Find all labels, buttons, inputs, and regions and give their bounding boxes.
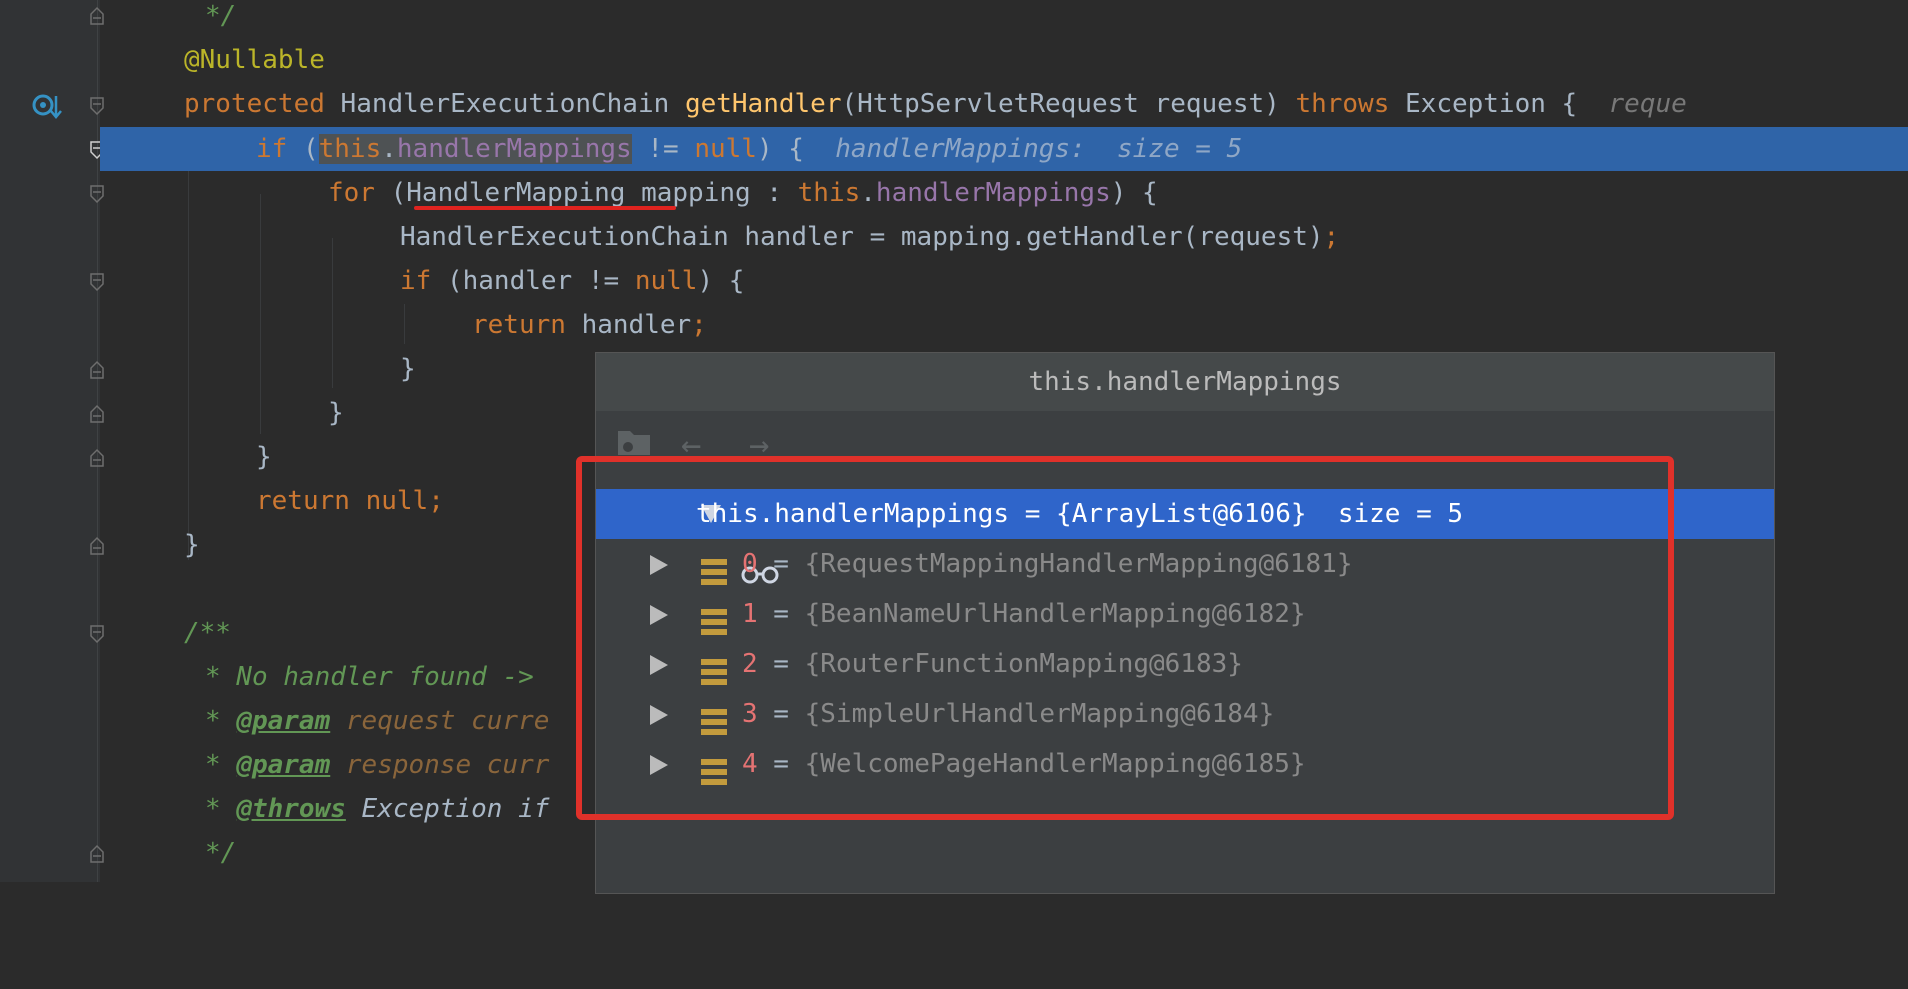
gutter-divider (97, 0, 98, 882)
current-execution-line: if (this.handlerMappings != null) { hand… (100, 127, 1908, 171)
underlined-type: HandlerMapping (406, 178, 626, 208)
fold-end-icon[interactable] (89, 6, 105, 26)
red-underline-annotation (414, 206, 676, 210)
indent-guide (260, 194, 261, 434)
fold-start-icon[interactable] (89, 272, 105, 292)
inline-debug-hint: reque (1608, 89, 1687, 119)
fold-end-icon[interactable] (89, 844, 105, 864)
fold-end-icon[interactable] (89, 448, 105, 468)
code-line: */ (205, 1, 237, 31)
execution-point-icon[interactable] (30, 90, 64, 124)
indent-guide (188, 150, 189, 560)
editor-gutter (0, 0, 100, 882)
fold-end-icon[interactable] (89, 536, 105, 556)
code-line: return handler; (472, 310, 707, 340)
code-line: if (handler != null) { (400, 266, 745, 296)
fold-start-icon[interactable] (89, 184, 105, 204)
fold-start-icon[interactable] (89, 624, 105, 644)
code-line: HandlerExecutionChain handler = mapping.… (400, 222, 1340, 252)
inline-debug-hint: handlerMappings: size = 5 (835, 134, 1243, 164)
red-highlight-box (576, 456, 1674, 820)
indent-guide (332, 238, 333, 388)
fold-end-icon[interactable] (89, 360, 105, 380)
code-line: @Nullable (184, 38, 1908, 82)
fold-end-icon[interactable] (89, 404, 105, 424)
popup-title: this.handlerMappings (596, 353, 1774, 411)
fold-start-icon[interactable] (89, 96, 105, 116)
annotation: @Nullable (184, 45, 325, 75)
indent-guide (404, 304, 405, 344)
method-signature-line: protected HandlerExecutionChain getHandl… (184, 89, 1687, 119)
